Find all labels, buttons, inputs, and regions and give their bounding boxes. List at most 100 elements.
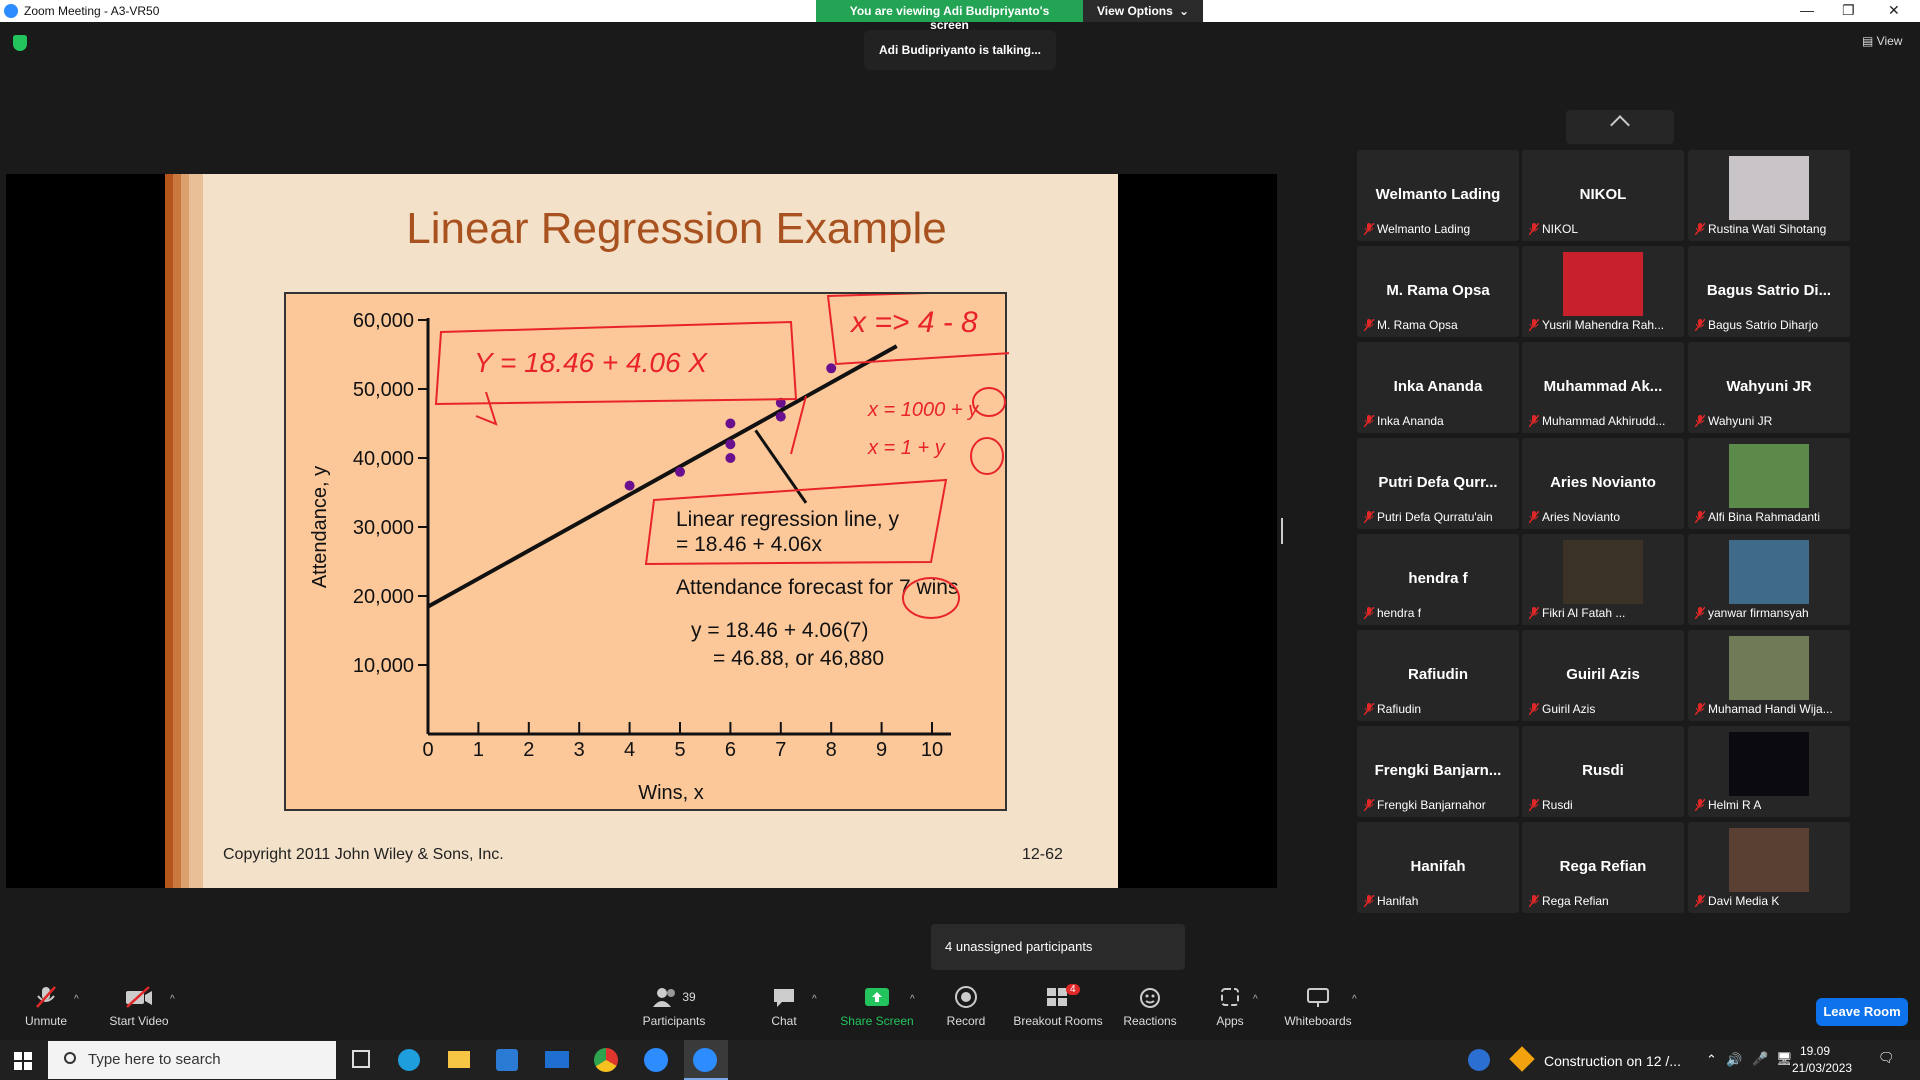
microphone-muted-icon — [1529, 223, 1539, 235]
meeting-toolbar: Unmute ^ Start Video ^ 39 Participants C… — [0, 984, 1920, 1042]
view-button[interactable]: ▤ View — [1862, 34, 1902, 48]
y-tick-label: 50,000 — [353, 379, 414, 401]
participant-name-label: Welmanto Lading — [1377, 222, 1471, 236]
mic-tray-icon[interactable]: 🎤 — [1752, 1051, 1768, 1067]
y-axis-label: Attendance, y — [309, 466, 331, 588]
chrome-icon[interactable] — [594, 1048, 618, 1072]
start-video-button[interactable]: Start Video — [104, 984, 174, 1028]
participant-display-name: Bagus Satrio Di... — [1706, 282, 1832, 299]
participant-tile[interactable]: Aries Novianto Aries Novianto — [1522, 438, 1684, 529]
participant-tile[interactable]: Guiril Azis Guiril Azis — [1522, 630, 1684, 721]
gallery-scroll-up-button[interactable] — [1566, 110, 1674, 144]
windows-start-icon[interactable] — [14, 1052, 32, 1070]
network-icon[interactable]: 🖥 — [1776, 1051, 1793, 1067]
close-icon[interactable]: ✕ — [1888, 2, 1900, 19]
participant-tile[interactable]: Yusril Mahendra Rah... — [1522, 246, 1684, 337]
unmute-button[interactable]: Unmute — [20, 984, 72, 1028]
microphone-muted-icon — [1529, 511, 1539, 523]
video-options-caret-icon[interactable]: ^ — [170, 994, 175, 1005]
participant-display-name: M. Rama Opsa — [1386, 282, 1490, 299]
participant-tile[interactable]: Rega Refian Rega Refian — [1522, 822, 1684, 913]
clock-date[interactable]: 21/03/2023 — [1792, 1061, 1852, 1075]
data-point — [624, 480, 635, 491]
unmute-label: Unmute — [24, 1014, 68, 1028]
participant-tile[interactable]: Inka Ananda Inka Ananda — [1357, 342, 1519, 433]
view-options-button[interactable]: View Options ⌄ — [1083, 0, 1203, 22]
participant-name-label: Hanifah — [1377, 894, 1419, 908]
participant-video — [1729, 732, 1809, 796]
maximize-icon[interactable]: ❐ — [1842, 2, 1855, 19]
whiteboards-button[interactable]: Whiteboards — [1282, 984, 1354, 1028]
mail-icon[interactable] — [545, 1051, 569, 1068]
microphone-muted-icon — [1529, 415, 1539, 427]
participant-tile[interactable]: Frengki Banjarn... Frengki Banjarnahor — [1357, 726, 1519, 817]
participant-tile[interactable]: Bagus Satrio Di... Bagus Satrio Diharjo — [1688, 246, 1850, 337]
participant-tile[interactable]: Wahyuni JR Wahyuni JR — [1688, 342, 1850, 433]
help-icon[interactable] — [1468, 1049, 1490, 1071]
apps-button[interactable]: Apps — [1212, 984, 1248, 1028]
participant-name-label: Alfi Bina Rahmadanti — [1708, 510, 1821, 524]
reactions-button[interactable]: Reactions — [1122, 984, 1178, 1028]
file-explorer-icon[interactable] — [448, 1051, 470, 1068]
participant-tile[interactable]: Rafiudin Rafiudin — [1357, 630, 1519, 721]
taskbar-search[interactable]: Type here to search — [48, 1041, 336, 1079]
participant-tile[interactable]: hendra f hendra f — [1357, 534, 1519, 625]
share-screen-label: Share Screen — [840, 1014, 914, 1028]
leave-room-button[interactable]: Leave Room — [1816, 998, 1908, 1026]
teams-meeting-icon[interactable] — [644, 1048, 668, 1072]
task-view-icon[interactable] — [352, 1050, 370, 1068]
clock-time[interactable]: 19.09 — [1800, 1044, 1830, 1058]
participant-tile[interactable]: yanwar firmansyah — [1688, 534, 1850, 625]
participant-name-label: Yusril Mahendra Rah... — [1542, 318, 1665, 332]
participant-display-name: Welmanto Lading — [1375, 186, 1501, 203]
edge-icon[interactable] — [398, 1049, 420, 1071]
chevron-down-icon: ⌄ — [1178, 4, 1189, 18]
notification-center-icon[interactable]: 🗨 — [1878, 1050, 1895, 1066]
minimize-icon[interactable]: — — [1800, 2, 1814, 18]
breakout-rooms-label: Breakout Rooms — [1013, 1014, 1103, 1028]
participant-display-name: Rafiudin — [1408, 666, 1468, 683]
speaker-icon[interactable]: 🔊 — [1726, 1052, 1742, 1068]
breakout-rooms-button[interactable]: 4 Breakout Rooms — [1012, 984, 1104, 1028]
encryption-shield-icon[interactable] — [13, 35, 27, 51]
share-options-caret-icon[interactable]: ^ — [910, 994, 915, 1005]
handwritten-circle — [970, 437, 1004, 475]
participant-tile[interactable]: Hanifah Hanifah — [1357, 822, 1519, 913]
news-notification[interactable]: Construction on 12 /... — [1544, 1053, 1681, 1069]
record-button[interactable]: Record — [944, 984, 988, 1028]
participant-tile[interactable]: Muhamad Handi Wija... — [1688, 630, 1850, 721]
participants-button[interactable]: 39 Participants — [640, 984, 708, 1028]
x-tick-label: 1 — [473, 739, 484, 761]
whiteboard-options-caret-icon[interactable]: ^ — [1352, 994, 1357, 1005]
participant-name-label: Rustina Wati Sihotang — [1708, 222, 1827, 236]
regression-chart: 0 1 2 3 4 5 6 7 8 9 10 10,000 20,000 30,000 40,000 50,0… — [309, 288, 1027, 804]
y-tick-label: 40,000 — [353, 448, 414, 470]
tray-caret-icon[interactable]: ⌃ — [1706, 1052, 1717, 1068]
participant-tile[interactable]: Helmi R A — [1688, 726, 1850, 817]
chat-button[interactable]: Chat — [766, 984, 802, 1028]
x-axis-label: Wins, x — [638, 782, 704, 804]
participant-tile[interactable]: Rustina Wati Sihotang — [1688, 150, 1850, 241]
store-icon[interactable] — [496, 1049, 518, 1071]
record-icon — [955, 986, 977, 1008]
handwritten-range: x => 4 - 8 — [849, 306, 978, 339]
participant-tile[interactable]: Alfi Bina Rahmadanti — [1688, 438, 1850, 529]
panel-splitter[interactable] — [1281, 518, 1283, 544]
participant-tile[interactable]: Welmanto Lading Welmanto Lading — [1357, 150, 1519, 241]
participant-tile[interactable]: NIKOL NIKOL — [1522, 150, 1684, 241]
whiteboard-icon — [1307, 988, 1329, 1007]
participant-tile[interactable]: Muhammad Ak... Muhammad Akhirudd... — [1522, 342, 1684, 433]
share-screen-button[interactable]: Share Screen — [840, 984, 914, 1028]
data-point — [826, 363, 837, 374]
participant-tile[interactable]: Davi Media K — [1688, 822, 1850, 913]
chat-options-caret-icon[interactable]: ^ — [812, 994, 817, 1005]
viewing-screen-label: You are viewing Adi Budipriyanto's scree… — [816, 0, 1083, 32]
participant-tile[interactable]: Fikri Al Fatah ... — [1522, 534, 1684, 625]
participant-tile[interactable]: M. Rama Opsa M. Rama Opsa — [1357, 246, 1519, 337]
apps-options-caret-icon[interactable]: ^ — [1253, 994, 1258, 1005]
participant-tile[interactable]: Putri Defa Qurr... Putri Defa Qurratu'ain — [1357, 438, 1519, 529]
annotation-line-label-1: Linear regression line, y — [676, 508, 899, 531]
y-tick-label: 10,000 — [353, 655, 414, 677]
audio-options-caret-icon[interactable]: ^ — [74, 994, 79, 1005]
participant-tile[interactable]: Rusdi Rusdi — [1522, 726, 1684, 817]
